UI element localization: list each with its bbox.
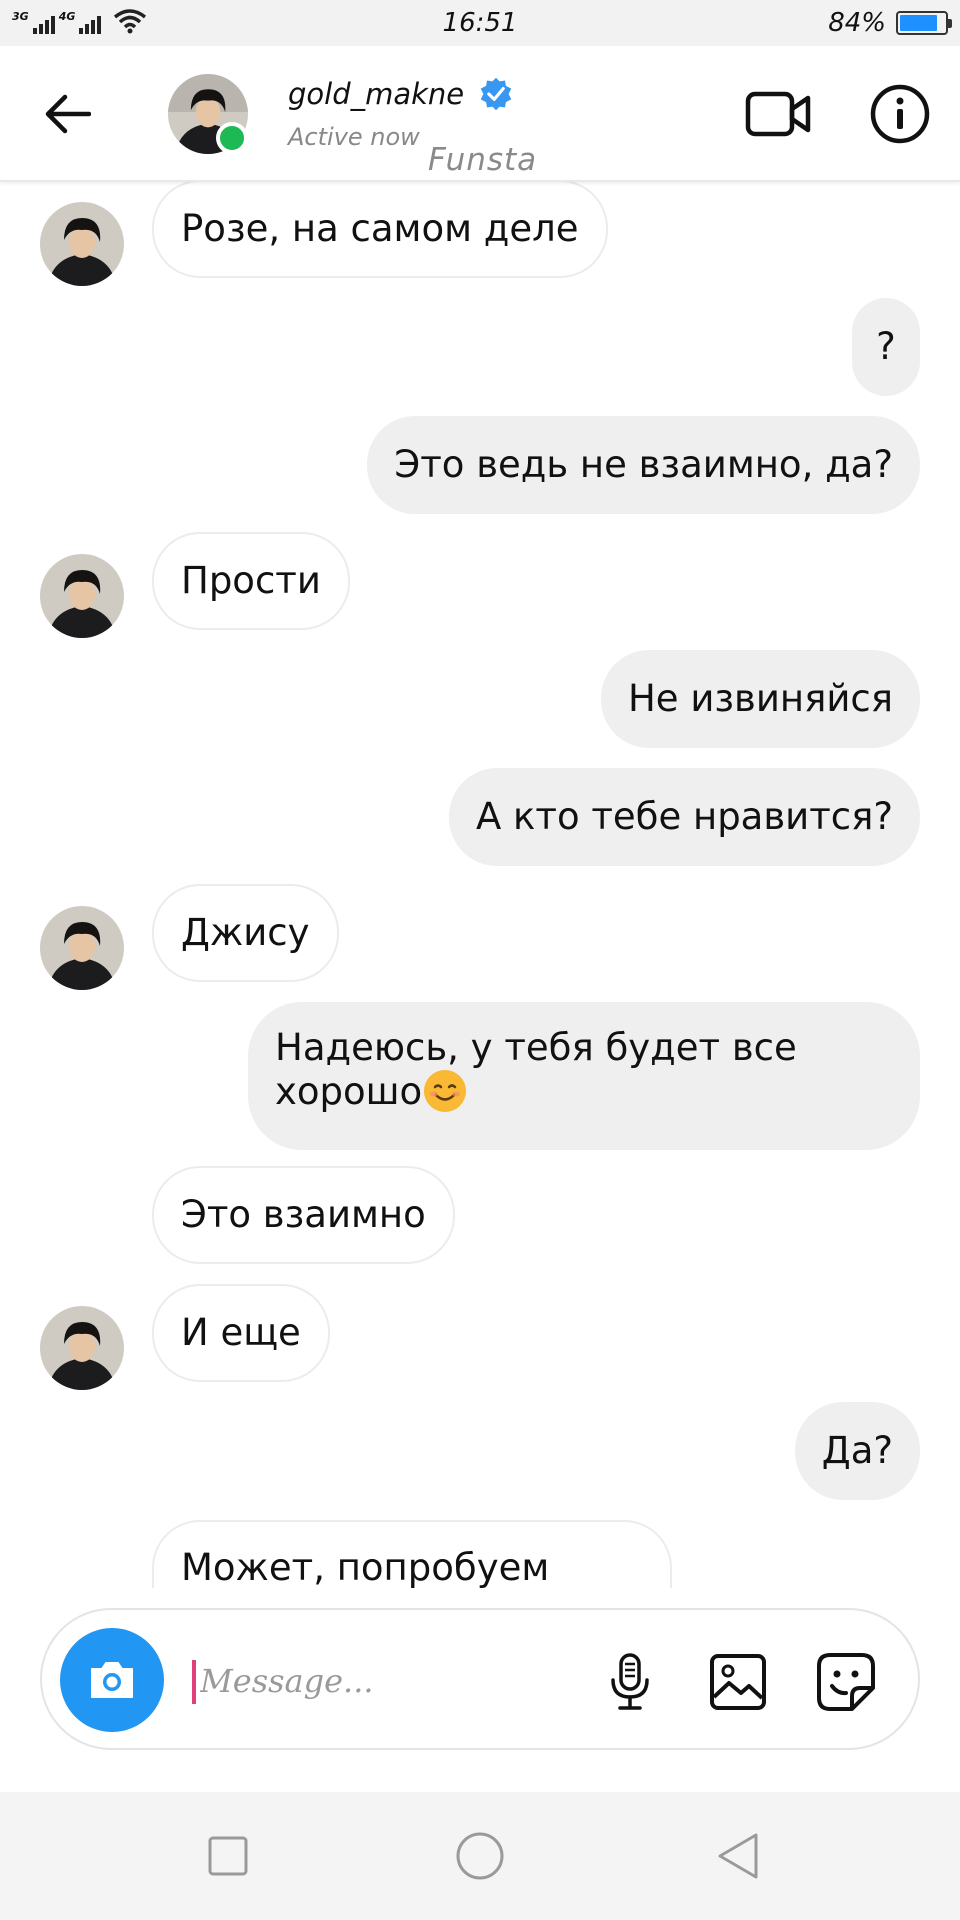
verified-badge-icon [480, 77, 512, 111]
message-outgoing[interactable]: Это ведь не взаимно, да? [367, 416, 920, 514]
message-incoming[interactable]: Розе, на самом деле [152, 182, 608, 278]
square-icon [208, 1836, 248, 1876]
arrow-left-icon [45, 94, 91, 134]
sender-avatar[interactable] [40, 202, 124, 286]
recents-button[interactable] [202, 1830, 254, 1882]
battery-percent: 84% [828, 8, 886, 38]
watermark: Funsta [428, 142, 538, 178]
camera-icon [91, 1662, 133, 1698]
system-back-button[interactable] [712, 1830, 764, 1882]
message-thread[interactable]: Розе, на самом деле ? Это ведь не взаимн… [0, 182, 960, 1588]
back-button[interactable] [40, 86, 96, 142]
gallery-button[interactable] [708, 1652, 768, 1712]
sticker-icon [817, 1653, 875, 1711]
microphone-icon [611, 1653, 649, 1710]
message-input[interactable] [194, 1650, 584, 1712]
message-outgoing[interactable]: Не извиняйся [600, 650, 920, 748]
clock: 16:51 [442, 8, 518, 38]
status-bar: 3G 4G 16:51 84% [0, 0, 960, 46]
message-incoming[interactable]: И еще [152, 1284, 330, 1382]
message-incoming[interactable]: Это взаимно [152, 1166, 455, 1264]
avatar-photo [40, 1306, 124, 1390]
battery-status: 84% [828, 8, 952, 38]
circle-icon [456, 1832, 504, 1880]
message-line: Надеюсь, у тебя будет все [275, 1026, 797, 1069]
message-incoming[interactable]: Может, попробуем [152, 1520, 672, 1588]
message-line-2: хорошо [275, 1070, 893, 1114]
online-indicator [216, 122, 248, 154]
battery-icon [896, 11, 952, 35]
message-outgoing[interactable]: Надеюсь, у тебя будет все хорошо [248, 1002, 920, 1150]
video-camera-icon [745, 91, 811, 137]
sender-avatar[interactable] [40, 906, 124, 990]
sticker-button[interactable] [816, 1652, 876, 1712]
profile-name-row[interactable]: gold_makne [288, 76, 514, 112]
video-call-button[interactable] [744, 82, 812, 146]
smile-icon [425, 1071, 466, 1111]
message-incoming[interactable]: Прости [152, 532, 350, 630]
info-icon [870, 84, 930, 144]
message-outgoing[interactable]: ? [852, 298, 920, 396]
home-button[interactable] [454, 1830, 506, 1882]
image-icon [710, 1654, 766, 1710]
smiling-face-emoji [424, 1070, 467, 1112]
system-navigation-bar [0, 1792, 960, 1920]
message-composer [40, 1608, 920, 1750]
avatar-photo [40, 202, 124, 286]
avatar-photo [40, 554, 124, 638]
message-outgoing[interactable]: А кто тебе нравится? [448, 768, 920, 866]
camera-button[interactable] [60, 1628, 164, 1732]
message-incoming[interactable]: Джису [152, 884, 339, 982]
active-status: Active now [288, 123, 420, 151]
avatar-photo [40, 906, 124, 990]
chat-header: gold_makne Active now Funsta [0, 46, 960, 182]
sender-avatar[interactable] [40, 1306, 124, 1390]
message-outgoing[interactable]: Да? [794, 1402, 920, 1500]
username: gold_makne [288, 77, 465, 111]
voice-message-button[interactable] [600, 1652, 660, 1712]
message-line: хорошо [275, 1070, 423, 1113]
sender-avatar[interactable] [40, 554, 124, 638]
triangle-back-icon [718, 1833, 758, 1879]
info-button[interactable] [868, 82, 932, 146]
